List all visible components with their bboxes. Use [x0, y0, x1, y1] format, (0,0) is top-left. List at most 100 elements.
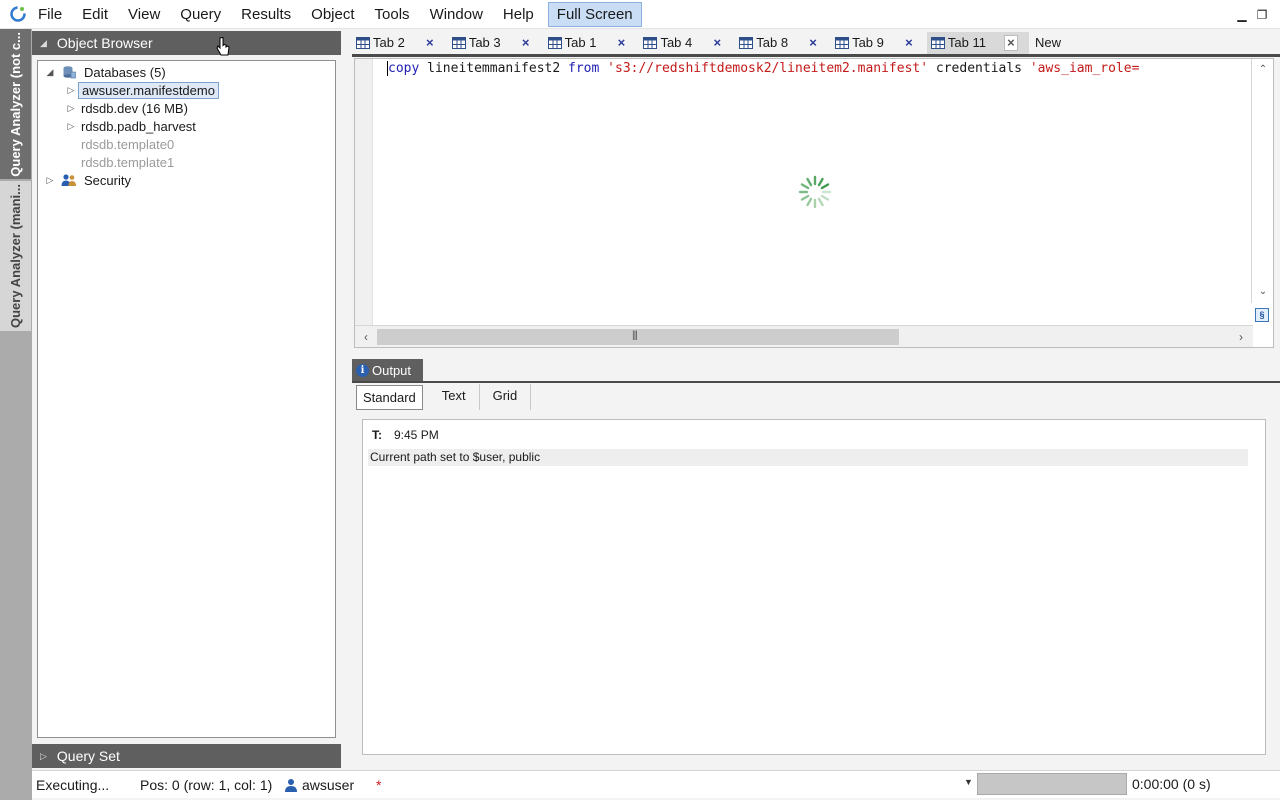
side-tab-label: Query Analyzer (mani...	[8, 183, 23, 328]
expand-triangle-icon[interactable]: ▷	[40, 751, 47, 762]
tree-node[interactable]: ▷ Security	[43, 171, 134, 189]
query-set-title: Query Set	[56, 748, 120, 764]
full-screen-button[interactable]: Full Screen	[547, 1, 642, 27]
tab-tab-4[interactable]: Tab 4 ×	[639, 32, 735, 54]
tab-tab-8[interactable]: Tab 8 ×	[735, 32, 831, 54]
tab-label: Tab 9	[852, 35, 884, 50]
close-icon[interactable]: ×	[806, 35, 820, 50]
table-icon	[930, 36, 945, 49]
close-icon[interactable]: ×	[423, 35, 437, 50]
status-bar: Executing... Pos: 0 (row: 1, col: 1) aws…	[32, 770, 1280, 798]
tree-node[interactable]: rdsdb.template0	[64, 135, 177, 153]
restore-icon[interactable]: ❐	[1252, 5, 1272, 25]
time-value: 9:45 PM	[394, 428, 439, 442]
code-token: lineitemmanifest2	[419, 61, 569, 76]
hand-cursor-icon	[216, 36, 230, 56]
tab-tab-1[interactable]: Tab 1 ×	[544, 32, 640, 54]
table-icon	[739, 36, 754, 49]
tree-node[interactable]: ▷ rdsdb.dev (16 MB)	[64, 99, 191, 117]
menu-items: File Edit View Query Results Object Tools Windo…	[36, 0, 544, 29]
tree-node-label: Security	[84, 172, 131, 188]
code-token: 's3://redshiftdemosk2/lineitem2.manifest…	[607, 61, 929, 76]
new-tab-button[interactable]: New	[1029, 32, 1079, 54]
collapse-triangle-icon[interactable]: ◢	[40, 38, 47, 49]
progress-bar	[977, 773, 1127, 795]
info-icon: i	[356, 363, 369, 377]
table-icon	[451, 36, 466, 49]
menu-file[interactable]: File	[36, 0, 72, 29]
close-icon[interactable]: ×	[1003, 34, 1018, 51]
tab-label: Tab 4	[660, 35, 693, 50]
output-tab[interactable]: i Output	[352, 359, 423, 381]
tab-tab-2[interactable]: Tab 2 ×	[352, 32, 448, 54]
object-browser-header[interactable]: ◢ Object Browser	[32, 31, 341, 55]
tab-label: Tab 11	[947, 35, 986, 50]
expand-triangle-icon[interactable]: ▷	[64, 103, 78, 114]
tree-node-label: rdsdb.template0	[81, 136, 175, 152]
query-tab-strip: Tab 2 × Tab 3 × Tab 1 × Tab 4 × Tab 8 × Tab 9 × Tab …	[352, 31, 1280, 54]
modified-marker: *	[376, 776, 382, 793]
format-sql-icon[interactable]: §	[1255, 308, 1269, 322]
close-icon[interactable]: ×	[902, 35, 916, 50]
view-tab-text[interactable]: Text	[429, 384, 480, 410]
side-tab-query-analyzer-active[interactable]: Query Analyzer (not c...	[0, 29, 31, 179]
scroll-left-icon[interactable]: ‹	[358, 329, 374, 345]
menu-results[interactable]: Results	[231, 0, 301, 29]
code-token: 'aws_iam_role=	[1029, 61, 1140, 76]
tab-tab-9[interactable]: Tab 9 ×	[831, 32, 927, 54]
tree-node-label: rdsdb.template1	[81, 154, 175, 170]
close-icon[interactable]: ×	[519, 35, 533, 50]
view-tab-standard[interactable]: Standard	[356, 385, 423, 410]
tab-tab-11[interactable]: Tab 11 ×	[926, 31, 1029, 54]
menu-window[interactable]: Window	[420, 0, 493, 29]
vertical-scrollbar[interactable]: ⌃ ⌄	[1251, 59, 1273, 303]
query-set-header[interactable]: ▷ Query Set	[32, 744, 341, 768]
tree-node-label: rdsdb.dev (16 MB)	[81, 100, 188, 116]
menu-object[interactable]: Object	[301, 0, 364, 29]
menu-help[interactable]: Help	[493, 0, 544, 29]
execution-status: Executing...	[36, 776, 110, 793]
horizontal-scroll-thumb[interactable]	[377, 329, 899, 345]
close-icon[interactable]: ×	[710, 35, 724, 50]
close-icon[interactable]: ×	[614, 35, 628, 50]
menu-query[interactable]: Query	[170, 0, 231, 29]
menu-edit[interactable]: Edit	[72, 0, 118, 29]
expand-triangle-icon[interactable]: ▷	[64, 85, 78, 96]
table-icon	[835, 36, 850, 49]
side-tab-query-analyzer-manifest[interactable]: Query Analyzer (mani...	[0, 181, 31, 331]
tree-node[interactable]: ▷ awsuser.manifestdemo	[64, 81, 219, 99]
user-icon	[285, 778, 297, 792]
window-controls: ▁ ❐	[1232, 0, 1280, 29]
editor-gutter	[355, 59, 373, 326]
side-tab-label: Query Analyzer (not c...	[8, 31, 23, 177]
menu-view[interactable]: View	[118, 0, 170, 29]
tree-node[interactable]: ◢ Databases (5)	[43, 63, 169, 81]
expand-triangle-icon[interactable]: ▷	[64, 121, 78, 132]
database-icon	[61, 65, 77, 79]
minimize-icon[interactable]: ▁	[1232, 5, 1252, 25]
sql-editor[interactable]: copy lineitemmanifest2 from 's3://redshi…	[354, 58, 1274, 348]
dropdown-arrow-icon[interactable]: ▼	[964, 777, 973, 787]
output-divider	[352, 381, 1280, 383]
output-timestamp: T: 9:45 PM	[372, 428, 439, 442]
loading-spinner-icon	[798, 175, 832, 209]
tab-label: Tab 1	[564, 35, 597, 50]
view-tab-grid[interactable]: Grid	[480, 384, 532, 410]
new-tab-label: New	[1034, 35, 1061, 50]
scroll-up-icon[interactable]: ⌃	[1256, 63, 1270, 77]
collapse-triangle-icon[interactable]: ◢	[43, 67, 57, 78]
tree-node-label: Databases (5)	[84, 64, 166, 80]
scroll-down-icon[interactable]: ⌄	[1256, 285, 1270, 299]
table-icon	[547, 36, 562, 49]
tab-strip-divider	[352, 54, 1280, 57]
scroll-right-icon[interactable]: ›	[1233, 329, 1249, 345]
tree-node[interactable]: ▷ rdsdb.padb_harvest	[64, 117, 199, 135]
horizontal-scrollbar[interactable]: ‹ ||| ›	[355, 325, 1253, 347]
expand-triangle-icon[interactable]: ▷	[43, 175, 57, 186]
menu-tools[interactable]: Tools	[365, 0, 420, 29]
table-icon	[643, 36, 658, 49]
tree-node[interactable]: rdsdb.template1	[64, 153, 177, 171]
code-line-1[interactable]: copy lineitemmanifest2 from 's3://redshi…	[387, 61, 1253, 76]
tab-tab-3[interactable]: Tab 3 ×	[448, 32, 544, 54]
